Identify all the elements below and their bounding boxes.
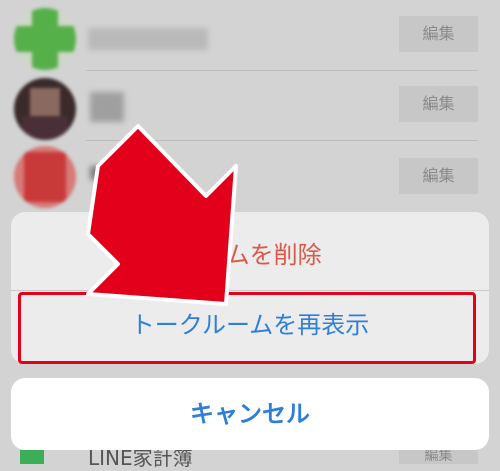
cancel-button[interactable]: キャンセル [11,378,489,450]
